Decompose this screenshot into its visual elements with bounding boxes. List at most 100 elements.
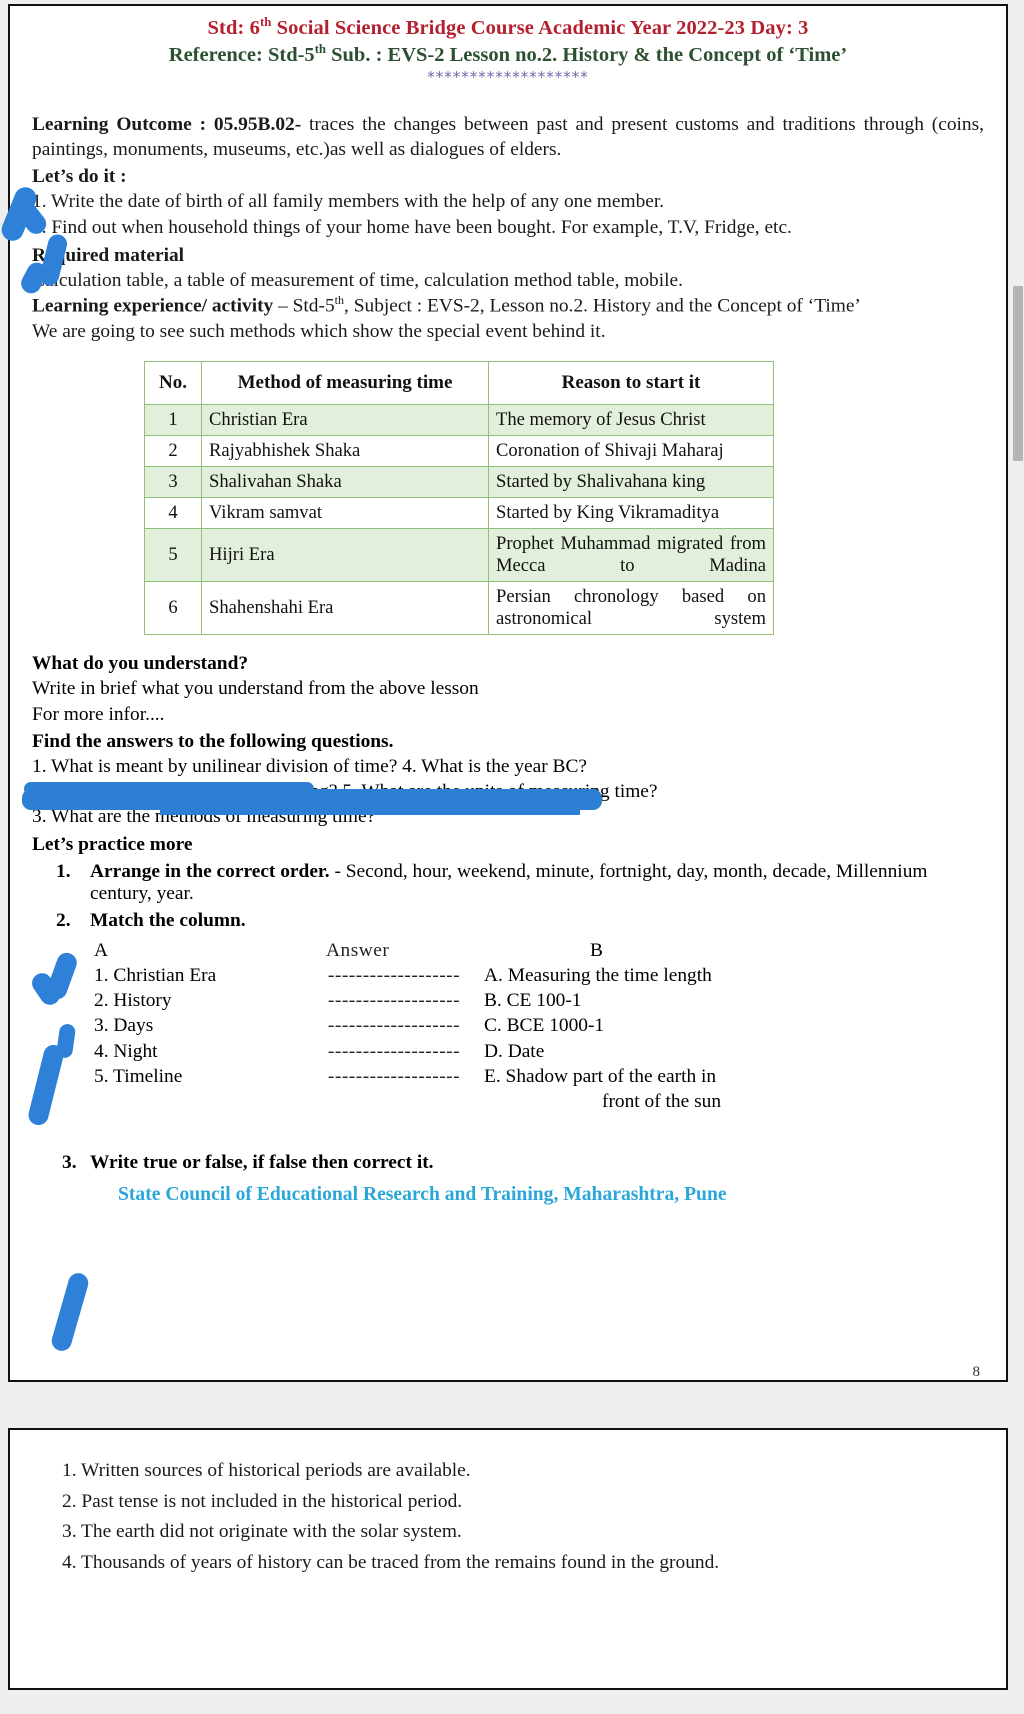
- cell-no: 1: [144, 404, 202, 437]
- practice-question-1: 1. Arrange in the correct order. - Secon…: [32, 861, 984, 905]
- list-item: 1. Written sources of historical periods…: [62, 1460, 471, 1481]
- understand-heading: What do you understand?: [32, 651, 984, 676]
- column-header-method: Method of measuring time: [201, 361, 489, 406]
- find-answers-heading: Find the answers to the following questi…: [32, 729, 984, 754]
- cell-method: Christian Era: [201, 404, 489, 437]
- find-answers-line-3: 3. What are the methods of measuring tim…: [32, 806, 376, 828]
- find-answers-line-2: 2. When did the earth come into being? 5…: [32, 781, 658, 803]
- table-row: 2 Rajyabhishek Shaka Coronation of Shiva…: [144, 435, 774, 468]
- match-item-a: 2. History: [94, 990, 172, 1012]
- practice-question-2-body: Match the column.: [90, 910, 984, 932]
- learning-outcome-paragraph: Learning Outcome : 05.95B.02- traces the…: [32, 112, 984, 162]
- lets-do-it-item-1: 1. Write the date of birth of all family…: [32, 191, 665, 213]
- list-item: 2. Past tense is not included in the his…: [62, 1490, 463, 1512]
- true-false-statement-list: 1. Written sources of historical periods…: [62, 1456, 984, 1579]
- table-row: 6 Shahenshahi Era Persian chronology bas…: [144, 581, 774, 636]
- document-page-main: Std: 6th Social Science Bridge Course Ac…: [8, 4, 1008, 1382]
- era-table: No. Method of measuring time Reason to s…: [144, 361, 774, 636]
- table-row: 1 Christian Era The memory of Jesus Chri…: [144, 404, 774, 437]
- learning-experience-ordinal-suffix: th: [334, 293, 345, 308]
- table-header-row: No. Method of measuring time Reason to s…: [144, 361, 774, 406]
- match-item-a: 4. Night: [94, 1040, 158, 1062]
- match-answer-blank[interactable]: -------------------: [304, 1039, 484, 1064]
- cell-no: 6: [144, 581, 202, 636]
- table-row: 3 Shalivahan Shaka Started by Shalivahan…: [144, 466, 774, 499]
- intro-line: We are going to see such methods which s…: [32, 320, 606, 342]
- page-number: 8: [972, 1364, 981, 1380]
- learning-outcome-label: Learning Outcome : 05.95B.02-: [32, 113, 302, 135]
- true-false-number: 3.: [62, 1152, 77, 1174]
- understand-section: What do you understand? Write in brief w…: [32, 651, 984, 727]
- list-item: 3. The earth did not originate with the …: [62, 1521, 462, 1543]
- match-item-a: 1. Christian Era: [94, 964, 217, 986]
- match-row: 5. Timeline ------------------- E. Shado…: [94, 1064, 984, 1089]
- match-answer-blank[interactable]: -------------------: [304, 988, 484, 1013]
- match-answer-blank[interactable]: -------------------: [304, 963, 484, 988]
- redacted-url-line: For more infor....: [32, 703, 165, 725]
- match-item-b-continuation: front of the sun: [602, 1090, 722, 1112]
- practice-question-1-number: 1.: [56, 860, 71, 882]
- table-row: 5 Hijri Era Prophet Muhammad migrated fr…: [144, 528, 774, 583]
- true-false-heading: Write true or false, if false then corre…: [90, 1152, 434, 1174]
- cell-method: Rajyabhishek Shaka: [201, 435, 489, 468]
- cell-method: Hijri Era: [201, 528, 489, 583]
- reference-text-pre: Reference: Std-5: [168, 43, 315, 66]
- find-answers-line-1: 1. What is meant by unilinear division o…: [32, 755, 588, 777]
- cell-no: 2: [144, 435, 202, 468]
- practice-question-2-bold: Match the column.: [90, 909, 246, 931]
- cell-no: 5: [144, 528, 202, 583]
- match-item-b: B. CE 100-1: [484, 990, 582, 1012]
- practice-question-1-bold: Arrange in the correct order.: [90, 860, 330, 882]
- match-header-a: A: [94, 939, 109, 961]
- list-item: 4. Thousands of years of history can be …: [62, 1551, 720, 1573]
- cell-reason: Coronation of Shivaji Maharaj: [488, 435, 774, 468]
- match-column-block: A Answer B 1. Christian Era ------------…: [94, 938, 984, 1115]
- practice-question-2-number: 2.: [56, 909, 71, 931]
- match-item-b: A. Measuring the time length: [484, 964, 712, 986]
- scert-footer: State Council of Educational Research an…: [118, 1184, 727, 1206]
- cell-method: Shalivahan Shaka: [201, 466, 489, 499]
- column-header-no: No.: [144, 361, 202, 406]
- required-material-text: Calculation table, a table of measuremen…: [32, 269, 683, 291]
- reference-text-post: Sub. : EVS-2 Lesson no.2. History & the …: [325, 43, 848, 66]
- learning-experience-paragraph: Learning experience/ activity – Std-5th,…: [32, 293, 984, 319]
- match-answer-blank[interactable]: -------------------: [304, 1013, 484, 1038]
- match-answer-blank[interactable]: -------------------: [304, 1064, 484, 1089]
- decorative-asterisk-divider: *******************: [427, 67, 589, 86]
- match-row-continuation: front of the sun: [94, 1089, 984, 1114]
- practice-section: Let’s practice more 1. Arrange in the co…: [32, 834, 984, 932]
- cell-method: Vikram samvat: [201, 497, 489, 530]
- cell-reason: Prophet Muhammad migrated from Mecca to …: [488, 528, 774, 583]
- page-title: Std: 6th Social Science Bridge Course Ac…: [32, 15, 984, 40]
- cell-no: 4: [144, 497, 202, 530]
- column-header-reason: Reason to start it: [488, 361, 774, 406]
- title-text-pre: Std: 6: [207, 16, 260, 39]
- learning-experience-text-post: , Subject : EVS-2, Lesson no.2. History …: [344, 295, 861, 317]
- scrollbar-thumb[interactable]: [1013, 286, 1023, 461]
- reference-line: Reference: Std-5th Sub. : EVS-2 Lesson n…: [32, 42, 984, 67]
- era-table-wrapper: No. Method of measuring time Reason to s…: [144, 361, 984, 636]
- learning-experience-label: Learning experience/ activity: [32, 295, 274, 317]
- title-ordinal-suffix: th: [259, 15, 272, 29]
- required-material-heading: Required material: [32, 243, 984, 268]
- cell-reason: Persian chronology based on astronomical…: [488, 581, 774, 636]
- match-header-answer: Answer: [326, 939, 390, 961]
- cell-reason: The memory of Jesus Christ: [488, 404, 774, 437]
- lets-do-it-heading: Let’s do it :: [32, 164, 984, 189]
- match-item-a: 3. Days: [94, 1015, 154, 1037]
- match-row: 2. History ------------------- B. CE 100…: [94, 988, 984, 1013]
- scrollbar-track[interactable]: [1013, 0, 1024, 1693]
- understand-text: Write in brief what you understand from …: [32, 678, 479, 700]
- practice-heading: Let’s practice more: [32, 834, 984, 856]
- lets-do-it-heading-text: Let’s do it :: [32, 166, 127, 188]
- practice-question-2: 2. Match the column.: [32, 910, 984, 932]
- learning-experience-text-pre: – Std-5: [273, 295, 335, 317]
- cell-reason: Started by Shalivahana king: [488, 466, 774, 499]
- cell-no: 3: [144, 466, 202, 499]
- match-header-b: B: [590, 939, 603, 961]
- match-row: 3. Days ------------------- C. BCE 1000-…: [94, 1013, 984, 1038]
- cell-method: Shahenshahi Era: [201, 581, 489, 636]
- match-item-b: E. Shadow part of the earth in: [484, 1065, 717, 1087]
- match-item-b: D. Date: [484, 1040, 545, 1062]
- true-false-section: 3. Write true or false, if false then co…: [32, 1152, 984, 1174]
